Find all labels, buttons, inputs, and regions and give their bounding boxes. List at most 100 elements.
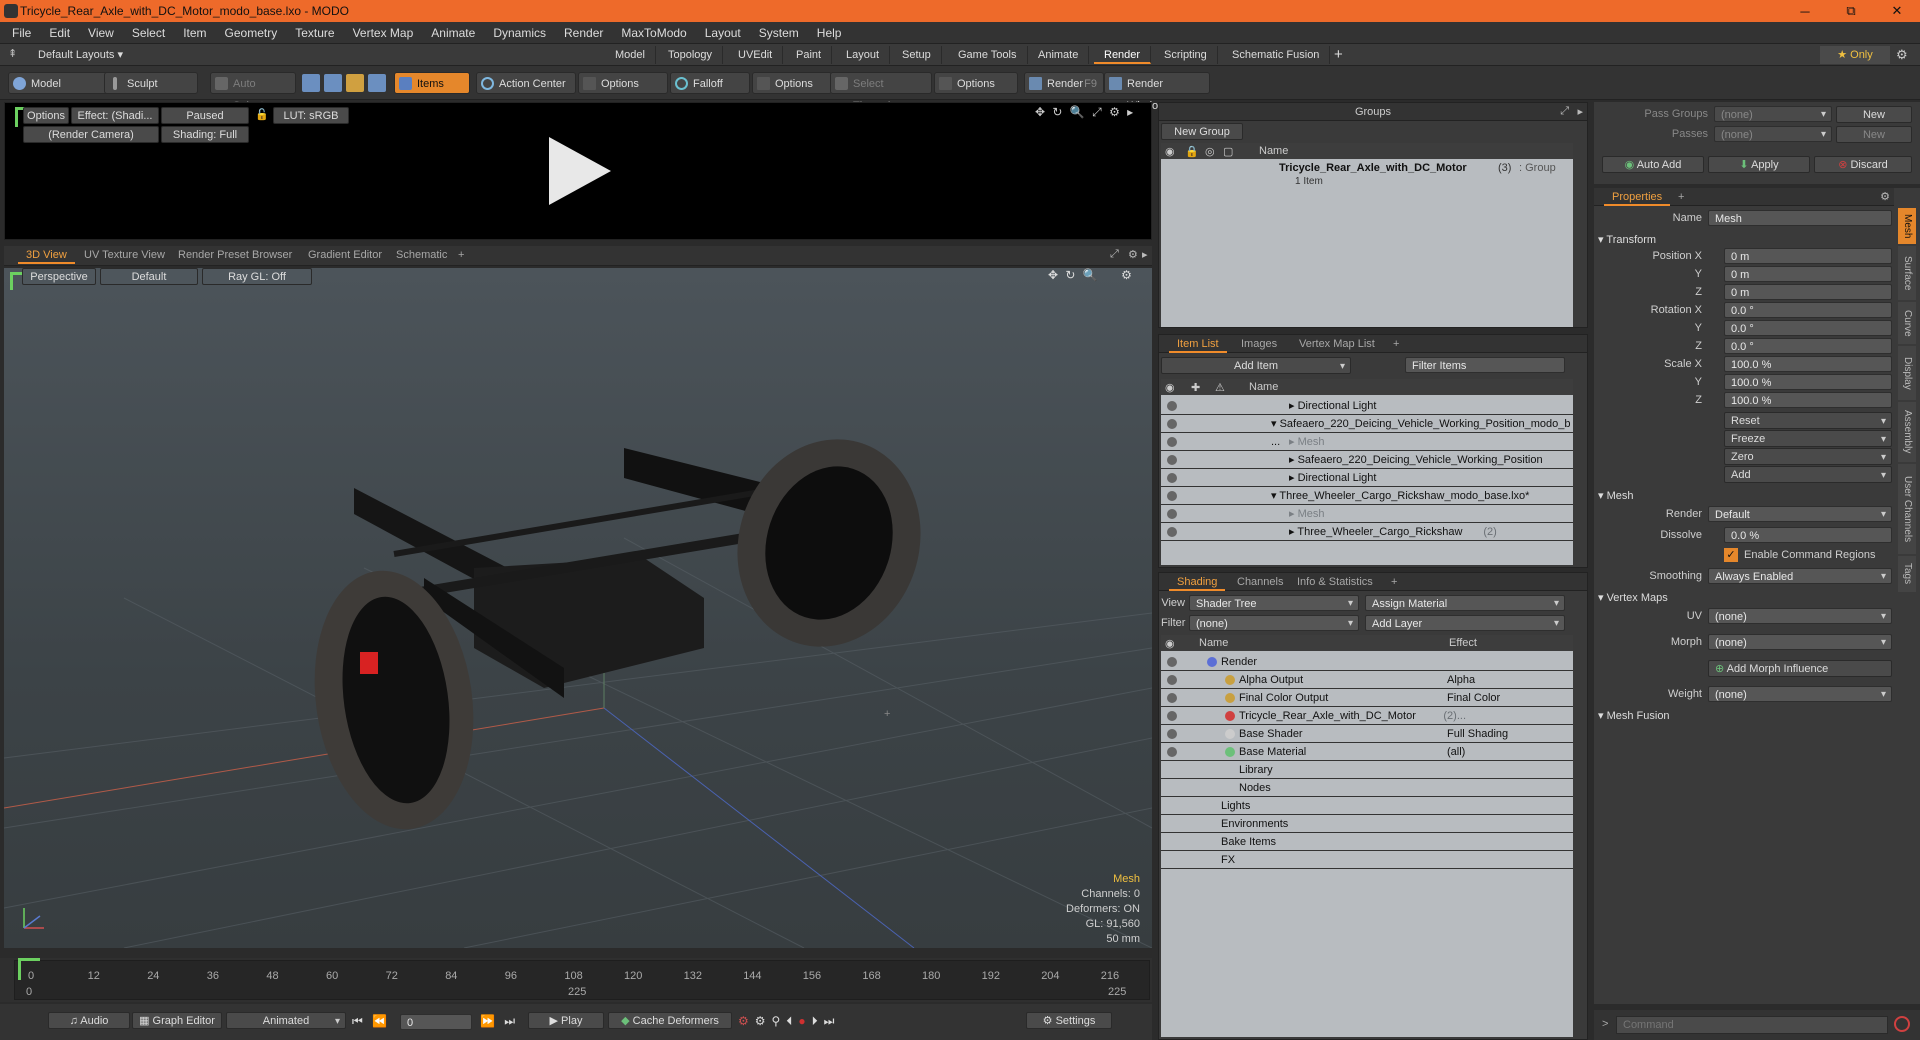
rotation-y-input[interactable]: 0.0 ° <box>1724 320 1892 336</box>
add-morph-influence-button[interactable]: ⊕ Add Morph Influence <box>1708 660 1892 677</box>
name-input[interactable]: Mesh <box>1708 210 1892 226</box>
eye-icon[interactable] <box>1167 729 1177 739</box>
freeze-dropdown[interactable]: Freeze <box>1724 430 1892 448</box>
assign-material-dropdown[interactable]: Assign Material <box>1365 595 1565 612</box>
3d-viewport[interactable]: Perspective Default Ray GL: Off ✥ ↻ 🔍 ⚙ <box>4 268 1152 948</box>
side-tab-display[interactable]: Display <box>1898 346 1916 400</box>
tab-model[interactable]: Model <box>605 46 656 64</box>
menu-edit[interactable]: Edit <box>40 22 79 44</box>
animated-dropdown[interactable]: Animated <box>226 1012 346 1030</box>
uv-dropdown[interactable]: (none) <box>1708 608 1892 625</box>
side-tab-mesh[interactable]: Mesh <box>1898 208 1916 244</box>
eye-icon[interactable] <box>1167 491 1177 501</box>
menu-dynamics[interactable]: Dynamics <box>484 22 555 44</box>
shader-row[interactable]: Render <box>1161 653 1573 671</box>
keyframe-icon[interactable]: ⚲ <box>772 1014 787 1028</box>
prev-key-icon[interactable]: ⏪ <box>372 1014 387 1028</box>
only-toggle[interactable]: ★ Only <box>1820 46 1890 64</box>
side-tab-surface[interactable]: Surface <box>1898 246 1916 300</box>
stop-icon[interactable] <box>1894 1016 1910 1032</box>
audio-button[interactable]: ♫ Audio <box>48 1012 130 1029</box>
action-center-options-button[interactable]: Options <box>578 72 668 94</box>
shader-row[interactable]: FX <box>1161 851 1573 869</box>
eye-icon[interactable] <box>1167 675 1177 685</box>
tab-render[interactable]: Render <box>1094 46 1152 64</box>
menu-texture[interactable]: Texture <box>286 22 343 44</box>
tab-uvedit[interactable]: UVEdit <box>728 46 784 64</box>
default-layouts-dropdown[interactable]: Default Layouts ▾ <box>38 48 123 61</box>
go-to-end-icon[interactable]: ⏭ <box>504 1014 515 1028</box>
menu-select[interactable]: Select <box>123 22 174 44</box>
apply-button[interactable]: ⬇ Apply <box>1708 156 1810 173</box>
eye-icon[interactable] <box>1167 419 1177 429</box>
tab-game-tools[interactable]: Game Tools <box>948 46 1028 64</box>
shader-row[interactable]: Final Color Output Final Color <box>1161 689 1573 707</box>
key-options-icon[interactable]: ⚙ <box>755 1014 772 1028</box>
gear-icon[interactable]: ⚙ <box>1880 190 1890 203</box>
tab-layout[interactable]: Layout <box>836 46 891 64</box>
add-panel-tab-button[interactable]: + <box>1385 335 1407 353</box>
menu-layout[interactable]: Layout <box>696 22 750 44</box>
materials-mode-icon[interactable] <box>368 74 386 92</box>
menu-maxtomodo[interactable]: MaxToModo <box>612 22 695 44</box>
polygons-mode-icon[interactable] <box>346 74 364 92</box>
render-dropdown[interactable]: Default <box>1708 506 1892 523</box>
menu-help[interactable]: Help <box>808 22 851 44</box>
eye-icon[interactable] <box>1167 657 1177 667</box>
command-input[interactable] <box>1616 1016 1888 1034</box>
list-item[interactable]: ▸ Directional Light <box>1161 469 1573 487</box>
vertex-maps-section[interactable]: ▾ Vertex Maps <box>1598 590 1668 606</box>
record-icon[interactable]: ● <box>798 1014 811 1028</box>
scale-z-input[interactable]: 100.0 % <box>1724 392 1892 408</box>
transform-section[interactable]: ▾ Transform <box>1598 232 1656 248</box>
shading-dropdown[interactable]: Shading: Full <box>161 126 249 143</box>
add-layer-dropdown[interactable]: Add Layer <box>1365 615 1565 632</box>
new-group-button[interactable]: New Group <box>1161 123 1243 140</box>
side-tab-tags[interactable]: Tags <box>1898 556 1916 592</box>
maximize-icon[interactable]: ⤢ <box>1560 105 1569 118</box>
morph-dropdown[interactable]: (none) <box>1708 634 1892 651</box>
skip-icon[interactable]: ⏭ <box>824 1014 841 1028</box>
render-button[interactable]: Render F9 <box>1024 72 1104 94</box>
render-window-button[interactable]: Render Window <box>1104 72 1210 112</box>
view-dropdown[interactable]: Shader Tree <box>1189 595 1359 612</box>
action-center-button[interactable]: Action Center <box>476 72 576 94</box>
shader-row-effect[interactable]: Alpha <box>1447 671 1475 689</box>
shader-row[interactable]: Nodes <box>1161 779 1573 797</box>
tab-info-statistics[interactable]: Info & Statistics <box>1289 573 1381 591</box>
add-panel-tab-button[interactable]: + <box>1383 573 1405 591</box>
gear-icon[interactable]: ⚙ <box>1109 105 1120 119</box>
scale-x-input[interactable]: 100.0 % <box>1724 356 1892 372</box>
rotation-x-input[interactable]: 0.0 ° <box>1724 302 1892 318</box>
dissolve-input[interactable]: 0.0 % <box>1724 527 1892 543</box>
add-panel-tab-button[interactable]: + <box>1670 188 1692 206</box>
current-frame-input[interactable]: 0 <box>400 1014 472 1030</box>
new-pass-button[interactable]: New <box>1836 126 1912 143</box>
rotate-icon[interactable]: ↻ <box>1052 105 1062 119</box>
next-key-icon[interactable]: ⏩ <box>480 1014 495 1028</box>
eye-icon[interactable] <box>1167 711 1177 721</box>
smoothing-dropdown[interactable]: Always Enabled <box>1708 568 1892 585</box>
tab-schematic-fusion[interactable]: Schematic Fusion <box>1222 46 1331 64</box>
menu-system[interactable]: System <box>750 22 808 44</box>
weight-dropdown[interactable]: (none) <box>1708 686 1892 703</box>
tab-schematic[interactable]: Schematic <box>388 246 455 264</box>
gear-icon[interactable]: ⚙ <box>1896 47 1908 63</box>
filter-items-input[interactable]: Filter Items <box>1405 357 1565 373</box>
graph-editor-button[interactable]: ▦ Graph Editor <box>132 1012 222 1029</box>
side-tab-curve[interactable]: Curve <box>1898 302 1916 344</box>
zero-dropdown[interactable]: Zero <box>1724 448 1892 466</box>
list-item[interactable]: ▸ Mesh <box>1161 433 1573 451</box>
list-item[interactable]: ▸ Safeaero_220_Deicing_Vehicle_Working_P… <box>1161 451 1573 469</box>
new-pass-group-button[interactable]: New <box>1836 106 1912 123</box>
lock-icon[interactable]: 🔓 <box>255 108 269 121</box>
scale-y-input[interactable]: 100.0 % <box>1724 374 1892 390</box>
eye-icon[interactable] <box>1167 527 1177 537</box>
list-item[interactable]: ▸ Directional Light <box>1161 397 1573 415</box>
pass-groups-dropdown[interactable]: (none) <box>1714 106 1832 123</box>
gear-icon[interactable]: ⚙ <box>1128 248 1138 261</box>
zoom-icon[interactable]: 🔍 <box>1070 105 1085 119</box>
eye-icon[interactable] <box>1167 455 1177 465</box>
maximize-icon[interactable]: ⤢ <box>1110 248 1119 261</box>
render-preview[interactable]: Options Effect: (Shadi... Paused 🔓 LUT: … <box>4 102 1152 240</box>
